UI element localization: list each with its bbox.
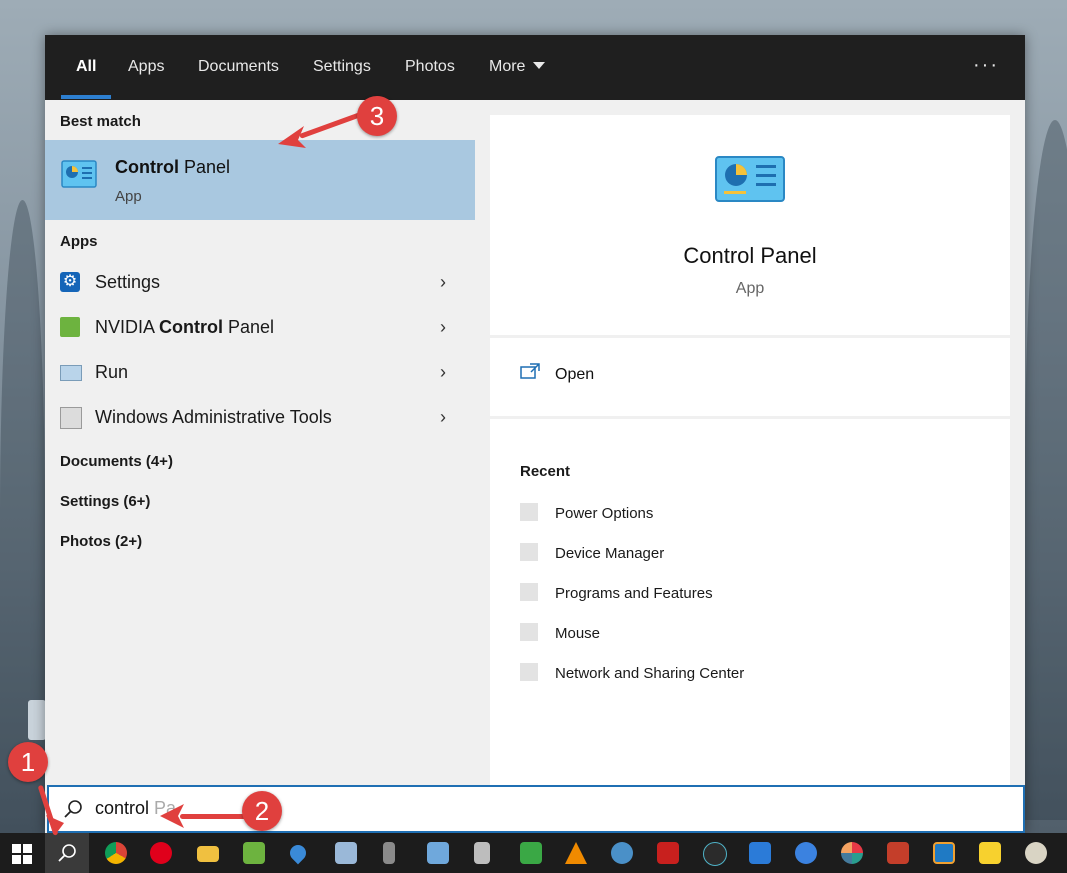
best-match-subtitle: App (115, 188, 142, 205)
background-tree (1025, 120, 1067, 820)
best-match-title-rest: Panel (178, 157, 231, 177)
recent-item-icon (520, 503, 538, 521)
paint-icon[interactable] (1025, 842, 1047, 864)
chat-app-icon[interactable] (795, 842, 817, 864)
recent-item-label: Device Manager (555, 545, 665, 562)
detail-pane: Control Panel App Open Recent Power Opti… (490, 115, 1010, 785)
detail-title: Control Panel (683, 243, 817, 268)
app-result-label: NVIDIA Control Panel (95, 317, 275, 337)
caret-down-icon (533, 62, 546, 69)
lock-app-icon[interactable] (520, 842, 542, 864)
category-documents[interactable]: Documents (4+) (60, 453, 173, 470)
recycle-bin-icon[interactable] (28, 700, 46, 740)
search-window: All Apps Documents Settings Photos More … (45, 35, 1025, 833)
admin-tools-icon (60, 407, 82, 429)
pdf-icon[interactable] (657, 842, 679, 864)
recent-item-icon (520, 663, 538, 681)
open-action[interactable]: Open (490, 338, 1010, 416)
nvidia-icon (60, 317, 80, 337)
app-result-label: Settings (95, 272, 161, 292)
tab-all[interactable]: All (76, 35, 96, 100)
taskbar-search-button[interactable] (45, 833, 89, 873)
search-icon (58, 844, 76, 862)
app-result-windows-administrative-tools[interactable]: Windows Administrative Tools › (45, 395, 475, 440)
run-icon (60, 365, 82, 381)
app-icon[interactable] (611, 842, 633, 864)
annotation-arrow-2 (180, 814, 246, 819)
chrome-icon[interactable] (105, 842, 127, 864)
chevron-right-icon[interactable]: › (440, 317, 446, 338)
apps-header: Apps (60, 233, 98, 250)
open-icon (520, 363, 540, 379)
calculator-icon[interactable] (474, 842, 490, 864)
sticky-notes-icon[interactable] (979, 842, 1001, 864)
recent-item-label: Programs and Features (555, 585, 713, 602)
vlc-icon[interactable] (565, 842, 587, 864)
recent-header: Recent (520, 463, 571, 480)
chevron-right-icon[interactable]: › (440, 407, 446, 428)
virtualbox-icon[interactable] (933, 842, 955, 864)
usb-app-icon[interactable] (383, 842, 395, 864)
recent-item-label: Mouse (555, 625, 601, 642)
arrowhead-icon (278, 126, 306, 148)
file-explorer-icon[interactable] (197, 846, 219, 862)
open-label: Open (555, 366, 595, 383)
best-match-title-bold: Control (115, 157, 179, 177)
app-result-label: Windows Administrative Tools (95, 407, 332, 427)
chevron-right-icon[interactable]: › (440, 272, 446, 293)
best-match-header: Best match (60, 113, 141, 130)
tab-more-label: More (489, 58, 526, 75)
tab-more[interactable]: More (489, 35, 546, 100)
recent-item-label: Network and Sharing Center (555, 665, 745, 682)
search-query-text: control (95, 798, 150, 818)
recent-item-icon (520, 583, 538, 601)
nox-icon[interactable] (703, 842, 727, 866)
annotation-badge-1: 1 (8, 742, 48, 782)
category-photos[interactable]: Photos (2+) (60, 533, 142, 550)
app-result-label: Run (95, 362, 129, 382)
app-result-settings[interactable]: ⚙ Settings › (45, 260, 475, 305)
recent-item-icon (520, 623, 538, 641)
tab-settings[interactable]: Settings (313, 35, 371, 100)
remote-desktop-icon[interactable] (335, 842, 357, 864)
arrowhead-icon (46, 815, 64, 835)
game-app-icon[interactable] (887, 842, 909, 864)
search-icon (64, 800, 82, 818)
app-result-nvidia-control-panel[interactable]: NVIDIA Control Panel › (45, 305, 475, 350)
tab-photos[interactable]: Photos (405, 35, 455, 100)
tab-documents[interactable]: Documents (198, 35, 279, 100)
detail-subtitle: App (735, 280, 765, 297)
more-options-icon[interactable]: ··· (973, 35, 999, 100)
recent-item-label: Power Options (555, 505, 654, 522)
tab-all-underline (61, 95, 111, 99)
droplet-app-icon[interactable] (286, 841, 310, 865)
nvidia-app-icon[interactable] (243, 842, 265, 864)
search-input[interactable]: control Pa (47, 785, 1025, 833)
windows-start-icon[interactable] (12, 844, 32, 864)
taskbar (0, 833, 1067, 873)
category-settings[interactable]: Settings (6+) (60, 493, 150, 510)
control-panel-icon (61, 160, 97, 188)
settings-gear-icon: ⚙ (60, 272, 80, 292)
control-panel-large-icon (715, 156, 785, 202)
chevron-right-icon[interactable]: › (440, 362, 446, 383)
recent-section: Recent Power Options Device Manager Prog… (490, 419, 1010, 785)
notes-app-icon[interactable] (749, 842, 771, 864)
tab-apps[interactable]: Apps (128, 35, 164, 100)
detail-card: Control Panel App (490, 115, 1010, 335)
best-match-title: Control Panel (115, 157, 230, 178)
arrowhead-icon (160, 804, 184, 828)
recent-item-icon (520, 543, 538, 561)
search-tabbar: All Apps Documents Settings Photos More … (45, 35, 1025, 100)
opera-icon[interactable] (150, 842, 172, 864)
app-result-run[interactable]: Run › (45, 350, 475, 395)
search-app-icon[interactable] (427, 842, 449, 864)
best-match-control-panel[interactable]: Control Panel App (45, 140, 475, 220)
results-pane: Best match Control Panel App Apps ⚙ Sett… (45, 100, 475, 785)
annotation-badge-2: 2 (242, 791, 282, 831)
annotation-badge-3: 3 (357, 96, 397, 136)
color-app-icon[interactable] (841, 842, 863, 864)
